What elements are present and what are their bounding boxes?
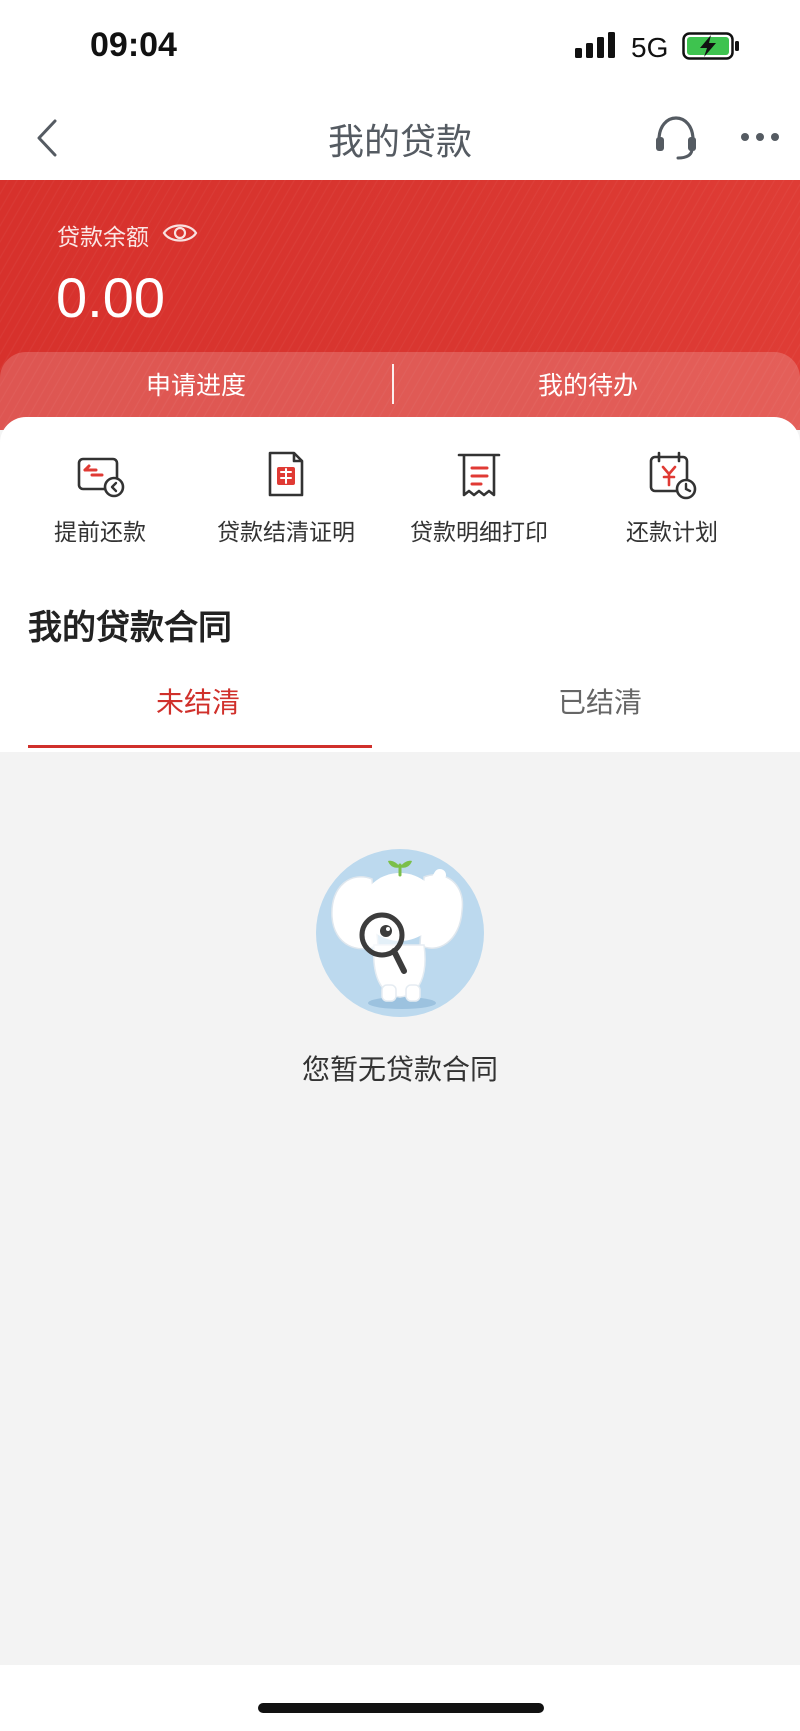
bottom-bar	[0, 1665, 800, 1731]
loan-card: 提前还款 贷款结清证明 贷款明细打印 还款计划 我的贷款合同 未结清 已结清	[0, 417, 800, 752]
quick-action-label: 提前还款	[54, 520, 146, 546]
more-button[interactable]	[732, 109, 788, 165]
more-dots-icon	[741, 133, 779, 141]
empty-state-text: 您暂无贷款合同	[301, 1053, 498, 1086]
tab-settled[interactable]: 已结清	[430, 681, 770, 721]
network-label: 5G	[631, 32, 669, 63]
quick-action-detail-print[interactable]: 贷款明细打印	[379, 447, 579, 557]
balance-banner: 贷款余额 0.00 申请进度 我的待办	[0, 180, 800, 430]
balance-label: 贷款余额	[57, 225, 149, 251]
cellular-signal-icon	[575, 32, 615, 58]
repayment-calendar-icon	[649, 451, 697, 500]
eye-icon[interactable]	[162, 220, 198, 246]
home-indicator[interactable]	[258, 1703, 544, 1713]
quick-action-label: 贷款明细打印	[410, 520, 548, 546]
quick-action-repayment-plan[interactable]: 还款计划	[572, 447, 772, 557]
active-tab-indicator	[28, 745, 372, 748]
settlement-certificate-icon	[268, 451, 304, 497]
tab-my-todo[interactable]: 我的待办	[392, 366, 784, 402]
tab-application-progress[interactable]: 申请进度	[0, 366, 392, 402]
balance-value: 0.00	[56, 266, 165, 329]
quick-action-settlement-certificate[interactable]: 贷款结清证明	[186, 447, 386, 557]
status-bar: 09:04 5G	[0, 0, 800, 95]
battery-charging-icon	[682, 32, 739, 60]
customer-service-button[interactable]	[648, 109, 704, 165]
quick-action-label: 还款计划	[626, 520, 718, 546]
section-title-contracts: 我的贷款合同	[28, 608, 232, 648]
status-time: 09:04	[90, 26, 177, 64]
receipt-print-icon	[457, 453, 501, 497]
elephant-magnifier-icon	[316, 849, 484, 1017]
tab-unsettled[interactable]: 未结清	[28, 681, 368, 721]
headset-icon	[656, 116, 696, 160]
quick-action-early-repay[interactable]: 提前还款	[0, 447, 200, 557]
early-repay-icon	[77, 457, 125, 498]
quick-action-label: 贷款结清证明	[217, 520, 355, 546]
nav-bar: 我的贷款	[0, 95, 800, 180]
